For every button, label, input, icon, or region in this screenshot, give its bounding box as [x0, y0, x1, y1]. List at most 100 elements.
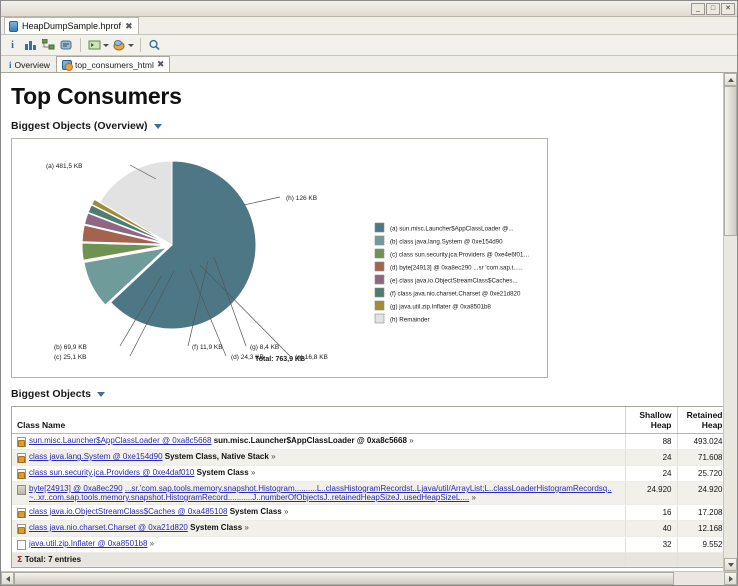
class-name-text: class java.io.ObjectStreamClass$Caches @…: [29, 507, 288, 516]
class-name-link[interactable]: class java.io.ObjectStreamClass$Caches @…: [29, 507, 227, 516]
editor-tabstrip: HeapDumpSample.hprof ✖: [1, 17, 737, 35]
cell-retained-heap: 25.720: [677, 466, 723, 482]
legend-swatch-f: [375, 288, 384, 297]
legend-swatch-d: [375, 262, 384, 271]
cell-class-name[interactable]: class java.io.ObjectStreamClass$Caches @…: [12, 505, 625, 521]
class-name-link[interactable]: class java.nio.charset.Charset @ 0xa21d8…: [29, 523, 188, 532]
cell-class-name[interactable]: byte[24913] @ 0xa8ec290 ...sr.'com.sap.t…: [12, 482, 625, 505]
cell-retained-heap: 493.024: [677, 434, 723, 450]
tab-top-consumers[interactable]: top_consumers_html ✖: [56, 56, 170, 72]
row-expand-arrow[interactable]: »: [150, 539, 154, 548]
table-row[interactable]: class java.io.ObjectStreamClass$Caches @…: [12, 505, 723, 521]
class-name-link[interactable]: class sun.security.jca.Providers @ 0xe4d…: [29, 468, 194, 477]
table-row[interactable]: class sun.security.jca.Providers @ 0xe4d…: [12, 466, 723, 482]
scroll-left-button[interactable]: [1, 572, 14, 585]
horizontal-scroll-track[interactable]: [14, 572, 724, 585]
table-row[interactable]: java.util.zip.Inflater @ 0xa8501b8 »329.…: [12, 537, 723, 553]
class-name-text: sun.misc.Launcher$AppClassLoader @ 0xa8c…: [29, 436, 414, 445]
legend-label-h: (h) Remainder: [390, 317, 430, 324]
table-row[interactable]: sun.misc.Launcher$AppClassLoader @ 0xa8c…: [12, 434, 723, 450]
section-header-objects[interactable]: Biggest Objects: [11, 388, 713, 400]
row-expand-arrow[interactable]: »: [284, 507, 288, 516]
dominator-tree-icon[interactable]: [41, 38, 56, 53]
horizontal-scroll-thumb[interactable]: [14, 572, 674, 585]
cell-class-name[interactable]: sun.misc.Launcher$AppClassLoader @ 0xa8c…: [12, 434, 625, 450]
inspector-group[interactable]: [112, 38, 134, 53]
cell-shallow-heap: 16: [625, 505, 677, 521]
chevron-down-icon[interactable]: [103, 44, 109, 47]
scroll-up-button[interactable]: [724, 73, 737, 86]
class-name-link[interactable]: class java.lang.System @ 0xe154d90: [29, 452, 163, 461]
class-name-text: class java.lang.System @ 0xe154d90 Syste…: [29, 452, 276, 461]
run-query-icon[interactable]: [87, 38, 102, 53]
content-wrapper: Top Consumers Biggest Objects (Overview)…: [1, 73, 737, 571]
total-label: Total: 7 entries: [25, 555, 81, 564]
row-expand-arrow[interactable]: »: [271, 452, 275, 461]
table-row[interactable]: class java.nio.charset.Charset @ 0xa21d8…: [12, 521, 723, 537]
maximize-button[interactable]: □: [706, 3, 720, 15]
close-button[interactable]: ✕: [721, 3, 735, 15]
cell-retained-heap: 17.208: [677, 505, 723, 521]
class-name-link[interactable]: byte[24913] @ 0xa8ec290: [29, 484, 123, 493]
inspector-icon[interactable]: [112, 38, 127, 53]
close-icon[interactable]: ✖: [125, 21, 133, 32]
cell-shallow-heap: 88: [625, 434, 677, 450]
cell-shallow-heap: 24.920: [625, 482, 677, 505]
table-row[interactable]: byte[24913] @ 0xa8ec290 ...sr.'com.sap.t…: [12, 482, 723, 505]
legend-label-d: (d) byte[24913] @ 0xa8ec290 ...sr 'com.s…: [390, 265, 523, 272]
tab-overview[interactable]: i Overview: [3, 56, 56, 72]
page-title: Top Consumers: [11, 83, 713, 110]
pie-total-label: Total: 763,9 KB: [255, 356, 305, 363]
column-header-retained-heap[interactable]: Retained Heap: [677, 407, 723, 434]
cell-class-name[interactable]: class java.lang.System @ 0xe154d90 Syste…: [12, 450, 625, 466]
row-expand-arrow[interactable]: »: [251, 468, 255, 477]
minimize-button[interactable]: _: [691, 3, 705, 15]
cell-class-name[interactable]: java.util.zip.Inflater @ 0xa8501b8 »: [12, 537, 625, 553]
table-row[interactable]: class java.lang.System @ 0xe154d90 Syste…: [12, 450, 723, 466]
total-shallow: [625, 553, 677, 567]
legend-swatch-g: [375, 301, 384, 310]
pie-label-b: (b) 69,9 KB: [54, 344, 87, 351]
row-expand-arrow[interactable]: »: [409, 436, 413, 445]
chevron-down-icon[interactable]: [128, 44, 134, 47]
table-total-row: Σ Total: 7 entries: [12, 553, 723, 567]
legend-label-b: (b) class java.lang.System @ 0xe154d90: [390, 239, 503, 246]
run-query-group[interactable]: [87, 38, 109, 53]
class-name-link[interactable]: java.util.zip.Inflater @ 0xa8501b8: [29, 539, 147, 548]
cell-class-name[interactable]: class sun.security.jca.Providers @ 0xe4d…: [12, 466, 625, 482]
class-name-text: java.util.zip.Inflater @ 0xa8501b8 »: [29, 539, 154, 548]
oql-icon[interactable]: [59, 38, 74, 53]
mat-window: _ □ ✕ HeapDumpSample.hprof ✖ i: [0, 0, 738, 586]
vertical-scroll-thumb[interactable]: [724, 86, 737, 236]
cell-class-name[interactable]: class java.nio.charset.Charset @ 0xa21d8…: [12, 521, 625, 537]
class-icon: [17, 469, 26, 479]
search-icon[interactable]: [147, 38, 162, 53]
cell-retained-heap: 24.920: [677, 482, 723, 505]
pie-slices: [82, 161, 256, 329]
row-expand-arrow[interactable]: »: [244, 523, 248, 532]
scroll-right-button[interactable]: [724, 572, 737, 585]
column-header-class-name[interactable]: Class Name: [12, 407, 625, 434]
chevron-down-icon[interactable]: [97, 392, 105, 397]
horizontal-scrollbar[interactable]: [1, 571, 737, 585]
histogram-icon[interactable]: [23, 38, 38, 53]
tab-overview-label: Overview: [15, 60, 50, 70]
class-icon: [17, 508, 26, 518]
section-header-overview[interactable]: Biggest Objects (Overview): [11, 120, 713, 132]
row-expand-arrow[interactable]: »: [472, 493, 476, 502]
scroll-down-button[interactable]: [724, 558, 737, 571]
class-name-detail: System Class: [197, 468, 249, 477]
array-icon: [17, 485, 26, 495]
vertical-scroll-track[interactable]: [724, 86, 737, 558]
class-name-link[interactable]: sun.misc.Launcher$AppClassLoader @ 0xa8c…: [29, 436, 211, 445]
class-icon: [17, 453, 26, 463]
close-icon[interactable]: ✖: [157, 59, 165, 70]
info-icon[interactable]: i: [5, 38, 20, 53]
vertical-scrollbar[interactable]: [723, 73, 737, 571]
legend-label-c: (c) class sun.security.jca.Providers @ 0…: [390, 252, 530, 259]
html-report-icon: [62, 60, 72, 70]
editor-tab-heapdump[interactable]: HeapDumpSample.hprof ✖: [4, 17, 139, 34]
column-header-shallow-heap[interactable]: Shallow Heap: [625, 407, 677, 434]
chevron-down-icon[interactable]: [154, 124, 162, 129]
total-cell: Σ Total: 7 entries: [12, 553, 625, 567]
